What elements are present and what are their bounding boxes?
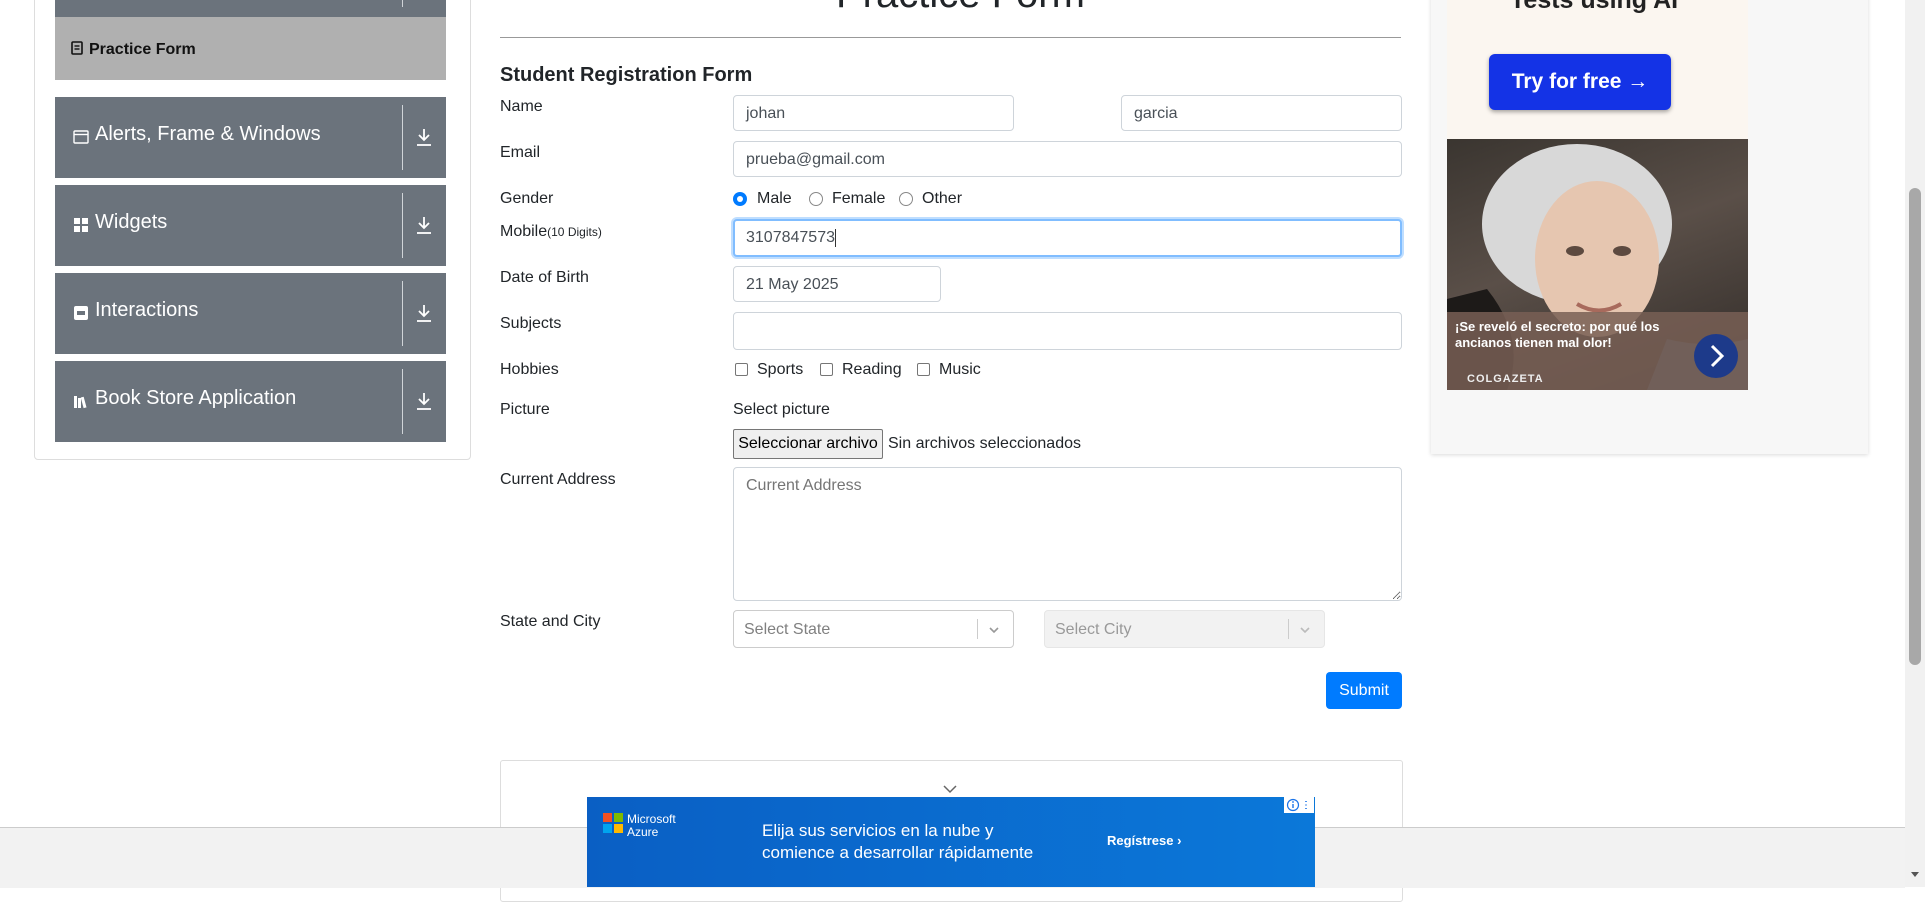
ad-next-button[interactable] [1694, 334, 1738, 378]
download-icon[interactable] [415, 391, 433, 411]
ad-cta-button[interactable]: Try for free → [1489, 54, 1671, 110]
sidebar-group-bookstore[interactable]: Book Store Application [55, 361, 446, 442]
hobby-reading-checkbox[interactable] [820, 363, 833, 376]
hobby-sports-label[interactable]: Sports [757, 361, 803, 379]
sidebar-group-separator [402, 193, 403, 258]
sidebar-group-label: Interactions [95, 299, 199, 321]
sidebar-group-widgets[interactable]: Widgets [55, 185, 446, 266]
chevron-down-icon [989, 627, 999, 634]
sidebar-group-separator [402, 281, 403, 346]
chevron-right-icon [1710, 344, 1725, 368]
scroll-down-arrow-icon[interactable] [1910, 869, 1920, 879]
ad-caption: ¡Se reveló el secreto: por qué los ancia… [1455, 319, 1660, 350]
download-icon[interactable] [415, 303, 433, 323]
download-icon[interactable] [415, 127, 433, 147]
sidebar-group-label: Widgets [95, 211, 168, 233]
first-name-input[interactable]: johan [733, 95, 1014, 131]
city-select[interactable]: Select City [1044, 610, 1325, 648]
text-cursor [834, 228, 836, 247]
mobile-label: Mobile(10 Digits) [500, 223, 602, 241]
state-placeholder: Select State [744, 621, 831, 638]
ad-text-line2: comience a desarrollar rápidamente [762, 843, 1034, 862]
hobby-sports-checkbox[interactable] [735, 363, 748, 376]
gender-other-radio[interactable] [899, 192, 913, 206]
sidebar-group-separator [402, 0, 403, 7]
widgets-icon [74, 218, 88, 232]
mobile-value: 3107847573 [746, 229, 835, 246]
mobile-label-text: Mobile [500, 223, 548, 240]
file-status-text: Sin archivos seleccionados [888, 435, 1081, 452]
sidebar-group-label: Alerts, Frame & Windows [95, 123, 321, 145]
subjects-input[interactable] [733, 312, 1402, 350]
ad-text-line1: Elija sus servicios en la nube y [762, 821, 994, 840]
sidebar-group-separator [402, 369, 403, 434]
email-label: Email [500, 144, 541, 161]
side-ad[interactable]: Tests using AI Try for free → ¡Se reveló… [1431, 0, 1868, 454]
interactions-icon [74, 306, 88, 320]
submit-button[interactable]: Submit [1326, 672, 1402, 709]
title-divider [500, 37, 1401, 38]
sidebar-group-separator [402, 105, 403, 170]
select-separator [977, 619, 978, 639]
download-icon[interactable] [415, 215, 433, 235]
picture-label: Picture [500, 401, 550, 418]
page-scrollbar[interactable] [1905, 0, 1925, 887]
chevron-down-icon[interactable] [941, 782, 959, 796]
hobby-music-checkbox[interactable] [917, 363, 930, 376]
mobile-input[interactable]: 3107847573 [733, 219, 1402, 257]
address-label: Current Address [500, 471, 616, 488]
window-icon [73, 130, 89, 144]
ad-brand-line2: Azure [627, 825, 659, 839]
select-picture-label: Select picture [733, 401, 830, 418]
form-icon [71, 41, 83, 55]
bottom-ad[interactable]: Microsoft Azure Elija sus servicios en l… [587, 797, 1315, 887]
select-separator [1288, 619, 1289, 639]
gender-female-label[interactable]: Female [832, 190, 885, 208]
gender-other-label[interactable]: Other [922, 190, 962, 208]
dob-input[interactable]: 21 May 2025 [733, 266, 941, 302]
state-select[interactable]: Select State [733, 610, 1014, 648]
ad-brand-line1: Microsoft [627, 812, 676, 826]
gender-label: Gender [500, 190, 554, 207]
form-title: Student Registration Form [500, 64, 753, 86]
gender-male-radio[interactable] [733, 192, 747, 206]
books-icon [74, 396, 87, 409]
info-icon [1286, 798, 1307, 812]
last-name-input[interactable]: garcia [1121, 95, 1402, 131]
ad-headline: Tests using AI [1510, 0, 1679, 14]
choose-file-button[interactable]: Seleccionar archivo [733, 429, 883, 459]
sidebar-group-label: Book Store Application [95, 387, 297, 409]
mobile-label-hint: (10 Digits) [547, 225, 602, 239]
sidebar-group-alerts[interactable]: Alerts, Frame & Windows [55, 97, 446, 178]
hobby-music-label[interactable]: Music [939, 361, 981, 379]
ad-cta-link[interactable]: Regístrese › [1107, 833, 1181, 848]
hobbies-label: Hobbies [500, 361, 559, 378]
name-label: Name [500, 98, 543, 115]
ad-brand: COLGAZETA [1467, 373, 1544, 385]
subjects-label: Subjects [500, 315, 562, 332]
sidebar-item-practice-form[interactable]: Practice Form [55, 17, 446, 80]
ad-photo[interactable]: ¡Se reveló el secreto: por qué los ancia… [1447, 139, 1748, 390]
scrollbar-thumb[interactable] [1909, 188, 1921, 665]
page-title: Practice Form [836, 0, 1085, 17]
gender-male-label[interactable]: Male [757, 190, 792, 208]
sidebar-item-label: Practice Form [89, 41, 196, 58]
gender-female-radio[interactable] [809, 192, 823, 206]
dob-label: Date of Birth [500, 269, 589, 286]
sidebar-group-elements[interactable] [55, 0, 446, 17]
hobby-reading-label[interactable]: Reading [842, 361, 902, 379]
current-address-textarea[interactable] [733, 467, 1402, 601]
email-input[interactable]: prueba@gmail.com [733, 141, 1402, 177]
microsoft-logo-icon [603, 813, 623, 833]
sidebar-group-interactions[interactable]: Interactions [55, 273, 446, 354]
ad-info-icon[interactable] [1284, 797, 1314, 813]
chevron-down-icon [1300, 627, 1310, 634]
state-city-label: State and City [500, 613, 601, 630]
city-placeholder: Select City [1055, 621, 1132, 638]
